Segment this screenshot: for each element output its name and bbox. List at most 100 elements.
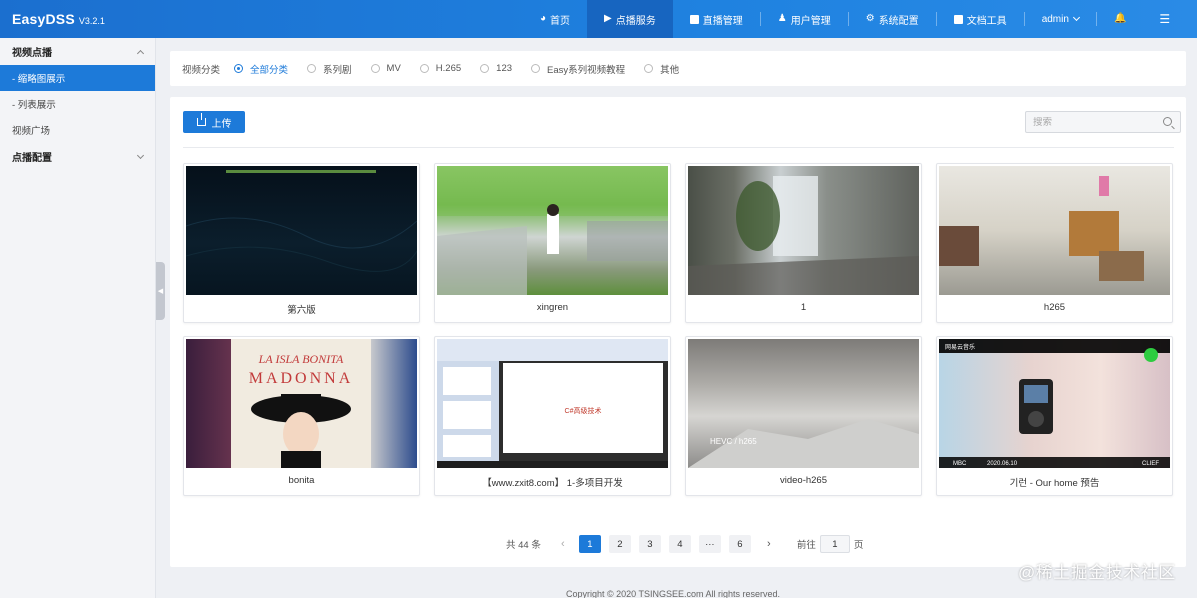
sidebar: 视频点播 - 缩略图展示 - 列表展示 视频广场 点播配置: [0, 38, 156, 598]
nav-item-settings[interactable]: ⚙ 系统配置: [849, 0, 936, 38]
album-artist: MADONNA: [249, 370, 354, 387]
upload-icon: [196, 113, 206, 126]
radio-easy-tutorials[interactable]: Easy系列视频教程: [531, 62, 625, 76]
radio-all[interactable]: 全部分类: [234, 62, 288, 76]
thumbnail-art: HEVC / h265: [688, 419, 919, 468]
upload-label: 上传: [211, 118, 232, 130]
video-thumbnail[interactable]: [939, 166, 1170, 295]
search-input[interactable]: [1033, 116, 1151, 128]
video-card[interactable]: h265: [936, 163, 1173, 323]
video-card[interactable]: C#高级技术 【www.zxit8.com】 1-多项目开发: [434, 336, 671, 496]
more-pages-button[interactable]: ···: [698, 535, 721, 553]
album-title: LA ISLA BONITA: [258, 352, 344, 366]
radio-dot: [234, 64, 244, 73]
nav-item-vod-service[interactable]: ▶ 点播服务: [587, 0, 673, 38]
nav-label: 点播服务: [615, 15, 656, 27]
radio-label: MV: [386, 63, 401, 74]
page-button[interactable]: 3: [638, 535, 661, 553]
sidebar-item-label: 视频广场: [12, 126, 51, 137]
radio-h265[interactable]: H.265: [419, 63, 461, 74]
nav-label: 系统配置: [878, 15, 919, 27]
page-button[interactable]: 2: [608, 535, 631, 553]
nav-item-home[interactable]: ◕ 首页: [523, 0, 587, 38]
live-icon: [689, 14, 699, 24]
radio-mv[interactable]: MV: [370, 63, 401, 74]
next-page-button[interactable]: ›: [759, 535, 779, 553]
video-thumbnail[interactable]: [186, 166, 417, 295]
user-menu[interactable]: admin: [1025, 0, 1096, 38]
sidebar-group-label: 视频点播: [12, 48, 52, 59]
radio-123[interactable]: 123: [480, 63, 512, 74]
video-title[interactable]: 第六版: [184, 302, 419, 316]
page-button[interactable]: 4: [668, 535, 691, 553]
sidebar-group-vod[interactable]: 视频点播: [0, 38, 155, 65]
video-card[interactable]: 第六版: [183, 163, 420, 323]
upload-button[interactable]: 上传: [183, 111, 245, 133]
radio-dot: [419, 64, 429, 73]
video-thumbnail[interactable]: LA ISLA BONITA MADONNA: [186, 339, 417, 468]
sidebar-item-video-plaza[interactable]: 视频广场: [0, 117, 155, 143]
goto-page-input[interactable]: [819, 535, 850, 553]
sidebar-item-thumbnail-view[interactable]: - 缩略图展示: [0, 65, 155, 91]
radio-dot: [307, 64, 317, 73]
nav-item-live[interactable]: 直播管理: [673, 0, 760, 38]
radio-series[interactable]: 系列剧: [307, 62, 352, 76]
video-title[interactable]: 【www.zxit8.com】 1-多项目开发: [435, 475, 670, 489]
bell-icon: 🔔: [1113, 13, 1127, 24]
page-button[interactable]: 1: [578, 535, 601, 553]
video-card[interactable]: xingren: [434, 163, 671, 323]
video-title[interactable]: xingren: [435, 302, 670, 313]
video-camera-icon: ▶: [604, 13, 612, 24]
thumbnail-art: [437, 166, 668, 295]
video-title[interactable]: 기런 - Our home 预告: [937, 475, 1172, 489]
radio-label: 123: [496, 63, 513, 74]
thumbnail-art: C#高级技术: [437, 339, 668, 468]
nav-label: 直播管理: [702, 15, 743, 27]
divider: [183, 147, 1174, 148]
gear-icon: ⚙: [865, 13, 875, 24]
radio-dot: [644, 64, 654, 73]
music-corner: CLIEF: [1142, 461, 1159, 467]
video-thumbnail[interactable]: [437, 166, 668, 295]
radio-label: 全部分类: [250, 64, 289, 76]
watermark: @稀土掘金技术社区: [1018, 563, 1176, 582]
video-card[interactable]: 1: [685, 163, 922, 323]
sidebar-group-vod-config[interactable]: 点播配置: [0, 143, 155, 170]
video-card[interactable]: LA ISLA BONITA MADONNA bonita: [183, 336, 420, 496]
notification-button[interactable]: 🔔: [1097, 0, 1147, 38]
app-version: V3.2.1: [78, 16, 105, 26]
chevron-up-icon: [136, 49, 145, 57]
video-thumbnail[interactable]: HEVC / h265: [688, 339, 919, 468]
search-icon[interactable]: [1163, 117, 1172, 126]
menu-button[interactable]: ☰: [1147, 0, 1186, 38]
video-thumbnail[interactable]: [688, 166, 919, 295]
video-title[interactable]: h265: [937, 302, 1172, 313]
thumbnail-art: 网易云音乐 MBC 2020.06.10 CLIEF: [939, 339, 1170, 468]
radio-other[interactable]: 其他: [644, 62, 679, 76]
dashboard-icon: ◕: [540, 13, 547, 24]
brand[interactable]: EasyDSS V3.2.1: [12, 0, 105, 38]
video-card[interactable]: 网易云音乐 MBC 2020.06.10 CLIEF 기런 - Our home…: [936, 336, 1173, 496]
thumbnail-art: LA ISLA BONITA MADONNA: [231, 339, 371, 468]
sidebar-item-label: - 列表展示: [12, 100, 56, 111]
video-thumbnail[interactable]: 网易云音乐 MBC 2020.06.10 CLIEF: [939, 339, 1170, 468]
app-name: EasyDSS: [12, 11, 75, 27]
video-card[interactable]: HEVC / h265 video-h265: [685, 336, 922, 496]
nav-item-users[interactable]: ♟ 用户管理: [761, 0, 848, 38]
sidebar-item-list-view[interactable]: - 列表展示: [0, 91, 155, 117]
page-button[interactable]: 6: [728, 535, 751, 553]
sidebar-collapse-handle[interactable]: ◀: [156, 262, 165, 320]
thumbnail-art: [939, 176, 1144, 281]
user-icon: ♟: [777, 13, 787, 24]
video-thumbnail[interactable]: C#高级技术: [437, 339, 668, 468]
filter-label: 视频分类: [182, 64, 221, 76]
prev-page-button[interactable]: ‹: [553, 535, 573, 553]
radio-label: 其他: [660, 64, 680, 76]
radio-dot: [480, 64, 490, 73]
document-icon: [953, 14, 963, 24]
video-title[interactable]: bonita: [184, 475, 419, 486]
slide-text: C#高级技术: [565, 406, 602, 415]
video-title[interactable]: 1: [686, 302, 921, 313]
video-title[interactable]: video-h265: [686, 475, 921, 486]
nav-item-docs[interactable]: 文档工具: [937, 0, 1024, 38]
